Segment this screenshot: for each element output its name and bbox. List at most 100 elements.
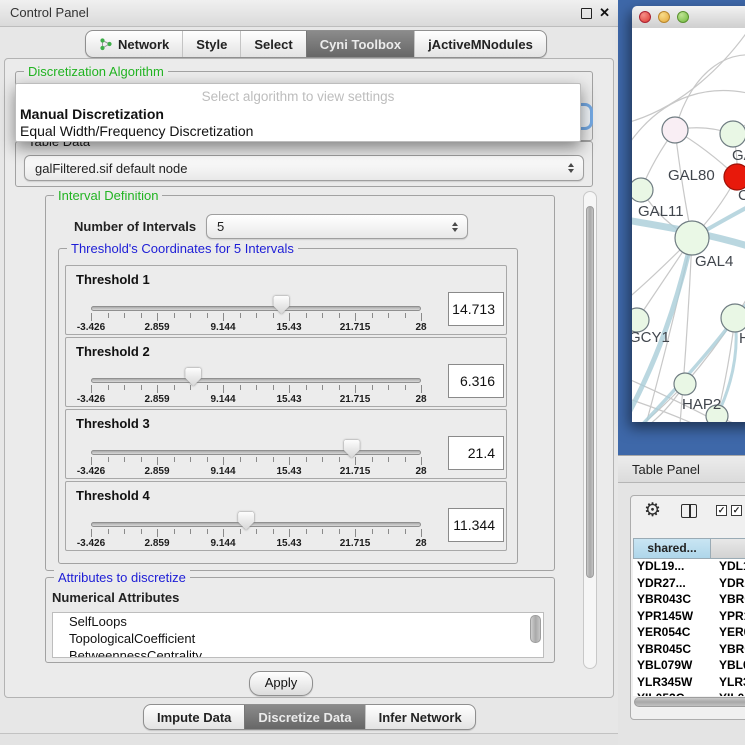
minimize-traffic-light-icon[interactable] — [658, 11, 670, 23]
threshold-value-field[interactable]: 11.344 — [448, 508, 504, 542]
table-row[interactable]: YPR145WYPR1 — [633, 609, 745, 626]
tab-select[interactable]: Select — [240, 31, 305, 57]
table-data-combo[interactable]: galFiltered.sif default node — [24, 155, 584, 181]
threshold-label: Threshold 2 — [76, 344, 150, 359]
combo-spinner-icon[interactable] — [452, 222, 458, 232]
slider-thumb[interactable] — [185, 368, 201, 386]
slider-thumb-shape — [185, 368, 201, 386]
slider-track[interactable] — [91, 378, 421, 383]
cell-shared-name: YPR145W — [633, 609, 711, 626]
threshold-value-field[interactable]: 14.713 — [448, 292, 504, 326]
network-node-gal11[interactable] — [632, 178, 653, 202]
table-row[interactable]: YBR045CYBR0 — [633, 642, 745, 659]
cell-name: YBL0 — [711, 658, 745, 675]
network-desktop-background: GAL80GACGAL11GAL4GCY1HHAP2 — [618, 0, 745, 455]
threshold-value-field[interactable]: 6.316 — [448, 364, 504, 398]
slider-track[interactable] — [91, 522, 421, 527]
list-scrollbar[interactable] — [530, 615, 541, 643]
table-horizontal-scrollbar[interactable] — [633, 696, 745, 708]
tab-infer-network[interactable]: Infer Network — [365, 705, 475, 729]
cell-shared-name: YBR043C — [633, 592, 711, 609]
table-row[interactable]: YBR043CYBR0 — [633, 592, 745, 609]
slider-track[interactable] — [91, 450, 421, 455]
number-of-intervals-label: Number of Intervals — [74, 219, 196, 234]
threshold-value-field[interactable]: 21.4 — [448, 436, 504, 470]
table-row[interactable]: YDL19...YDL1 — [633, 559, 745, 576]
tick-label: 21.715 — [340, 538, 371, 549]
attribute-list-item[interactable]: SelfLoops — [53, 613, 543, 630]
close-icon[interactable]: ✕ — [599, 4, 610, 22]
split-columns-icon[interactable] — [681, 504, 697, 518]
tab-cyni-toolbox[interactable]: Cyni Toolbox — [306, 31, 414, 57]
checked-box-icon[interactable]: ✓ — [731, 505, 742, 516]
algorithm-option-manual[interactable]: Manual Discretization — [20, 106, 576, 122]
slider-thumb[interactable] — [344, 440, 360, 458]
cell-shared-name: YDL19... — [633, 559, 711, 576]
top-tab-bar: Network StyleSelectCyni Toolbox jActiveMNo… — [85, 30, 547, 58]
tick-label: 15.43 — [276, 322, 301, 333]
tab-label: Impute Data — [157, 710, 231, 725]
threshold-panel: Threshold 2-3.4262.8599.14415.4321.71528… — [65, 337, 507, 407]
slider-thumb[interactable] — [238, 512, 254, 530]
window-bottom-edge — [0, 733, 618, 745]
combo-spinner-icon[interactable] — [568, 163, 574, 173]
tick-label: 21.715 — [340, 322, 371, 333]
cell-name: YBR0 — [711, 592, 745, 609]
tab-impute-data[interactable]: Impute Data — [144, 705, 244, 729]
slider-thumb[interactable] — [273, 296, 289, 314]
algorithm-option-equal-width[interactable]: Equal Width/Frequency Discretization — [20, 123, 576, 139]
table-row[interactable]: YBL079WYBL0 — [633, 658, 745, 675]
number-of-intervals-combo[interactable]: 5 — [206, 214, 468, 239]
node-label: GAL80 — [668, 167, 715, 184]
float-window-icon[interactable] — [581, 8, 592, 19]
tab-network[interactable]: Network — [86, 31, 182, 57]
close-traffic-light-icon[interactable] — [639, 11, 651, 23]
cell-shared-name: YDR27... — [633, 576, 711, 593]
table-row[interactable]: YDR27...YDR2 — [633, 576, 745, 593]
zoom-traffic-light-icon[interactable] — [677, 11, 689, 23]
cell-name: YER0 — [711, 625, 745, 642]
tick-label: 2.859 — [144, 394, 169, 405]
tick-label: 2.859 — [144, 538, 169, 549]
tick-label: 28 — [415, 394, 426, 405]
column-header-name[interactable]: n — [711, 538, 745, 559]
network-node-ga[interactable] — [720, 121, 745, 147]
thresholds-group-title: Threshold's Coordinates for 5 Intervals — [67, 241, 298, 256]
network-node-h[interactable] — [721, 304, 745, 332]
tick-label: 15.43 — [276, 538, 301, 549]
node-label: GAL11 — [638, 203, 684, 220]
slider-track[interactable] — [91, 306, 421, 311]
numerical-attributes-list[interactable]: SelfLoopsTopologicalCoefficientBetweenne… — [52, 612, 544, 658]
control-panel-title: Control Panel — [10, 5, 89, 20]
network-node-gal4[interactable] — [675, 221, 709, 255]
slider-ticks — [91, 457, 422, 466]
network-canvas[interactable]: GAL80GACGAL11GAL4GCY1HHAP2 — [632, 28, 745, 422]
attribute-list-item[interactable]: BetweennessCentrality — [53, 647, 543, 658]
tick-label: 21.715 — [340, 466, 371, 477]
tab-discretize-data[interactable]: Discretize Data — [244, 705, 364, 729]
attribute-list-item[interactable]: TopologicalCoefficient — [53, 630, 543, 647]
table-row[interactable]: YER054CYER0 — [633, 625, 745, 642]
tab-jactivemnodules[interactable]: jActiveMNodules — [414, 31, 546, 57]
settings-vertical-scrollbar[interactable] — [583, 191, 597, 669]
slider-thumb-shape — [344, 440, 360, 458]
table-row[interactable]: YLR345WYLR3 — [633, 675, 745, 692]
tick-label: 15.43 — [276, 394, 301, 405]
cell-name: YDR2 — [711, 576, 745, 593]
tick-label: -3.426 — [77, 466, 105, 477]
tab-label: Network — [118, 37, 169, 52]
column-header-shared-name[interactable]: shared... — [633, 538, 711, 559]
apply-button[interactable]: Apply — [249, 671, 313, 696]
tab-style[interactable]: Style — [182, 31, 240, 57]
node-label: H — [739, 330, 745, 347]
threshold-label: Threshold 3 — [76, 416, 150, 431]
tab-label: jActiveMNodules — [428, 37, 533, 52]
slider-ticks — [91, 385, 422, 394]
thresholds-group: Threshold's Coordinates for 5 Intervals … — [58, 248, 518, 564]
table-rows: YDL19...YDL1YDR27...YDR2YBR043CYBR0YPR14… — [633, 559, 745, 696]
network-node-gal80[interactable] — [662, 117, 688, 143]
network-node-hap2[interactable] — [674, 373, 696, 395]
tick-label: 9.144 — [210, 322, 235, 333]
checked-box-icon[interactable]: ✓ — [716, 505, 727, 516]
gear-icon[interactable]: ⚙ — [644, 499, 661, 522]
